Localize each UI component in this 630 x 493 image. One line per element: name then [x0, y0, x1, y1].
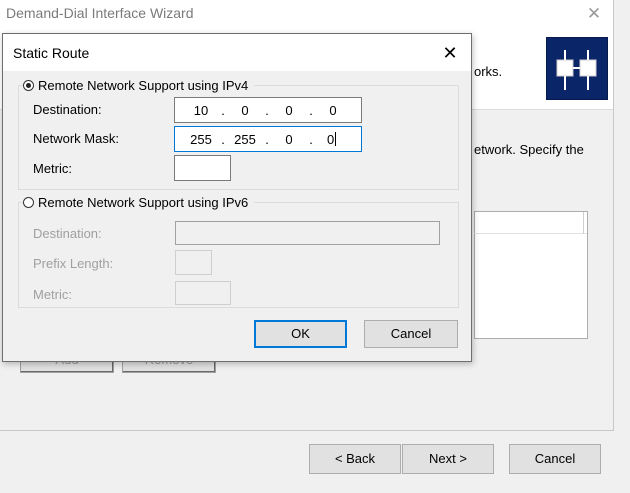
wizard-cancel-button[interactable]: Cancel [509, 444, 601, 474]
ip-dot: . [265, 103, 269, 118]
routes-list-header [474, 211, 587, 234]
wizard-divider [0, 430, 614, 431]
mask-octet-2: 255 [234, 132, 256, 147]
wizard-header-text: orks. [474, 64, 503, 79]
destination-octet-3: 0 [285, 103, 293, 118]
ipv6-metric-input [175, 281, 231, 305]
ipv6-option[interactable]: Remote Network Support using IPv6 [23, 195, 255, 210]
metric-input[interactable] [174, 155, 231, 181]
destination-ip-input[interactable]: 10 . 0 . 0 . 0 [174, 97, 362, 123]
ipv4-option[interactable]: Remote Network Support using IPv4 [23, 78, 255, 93]
next-button[interactable]: Next > [402, 444, 494, 474]
ip-dot: . [309, 103, 313, 118]
ip-dot: . [221, 132, 225, 147]
static-route-dialog: Static Route ✕ Remote Network Support us… [2, 33, 472, 362]
ip-dot: . [265, 132, 269, 147]
prefix-length-input [175, 250, 212, 275]
ipv6-group [18, 202, 459, 308]
metric-label: Metric: [33, 161, 72, 176]
dialog-title: Static Route [13, 45, 90, 61]
ipv6-metric-label: Metric: [33, 287, 72, 302]
back-button[interactable]: < Back [309, 444, 401, 474]
ipv6-destination-label: Destination: [33, 226, 102, 241]
network-mask-label: Network Mask: [33, 131, 119, 146]
dialog-cancel-button[interactable]: Cancel [364, 320, 458, 348]
ipv6-radio[interactable] [23, 197, 34, 208]
ok-button[interactable]: OK [254, 320, 347, 348]
wizard-instructions: etwork. Specify the [474, 142, 584, 157]
dialog-close-icon[interactable]: ✕ [437, 40, 463, 66]
mask-octet-4: 0 [327, 132, 335, 147]
mask-octet-4-wrap: 0 [327, 132, 337, 147]
ip-dot: . [221, 103, 225, 118]
mask-octet-3: 0 [285, 132, 293, 147]
wizard-border [613, 0, 614, 430]
prefix-length-label: Prefix Length: [33, 256, 114, 271]
network-cables-icon [546, 37, 608, 100]
text-cursor [335, 132, 337, 146]
ipv4-option-label: Remote Network Support using IPv4 [38, 78, 249, 93]
destination-label: Destination: [33, 102, 102, 117]
wizard-title: Demand-Dial Interface Wizard [6, 5, 194, 21]
destination-octet-4: 0 [329, 103, 337, 118]
mask-octet-1: 255 [190, 132, 212, 147]
ipv6-option-label: Remote Network Support using IPv6 [38, 195, 249, 210]
destination-octet-2: 0 [241, 103, 249, 118]
wizard-close-icon[interactable]: ✕ [583, 3, 605, 25]
destination-octet-1: 10 [193, 103, 209, 118]
network-mask-input[interactable]: 255 . 255 . 0 . 0 [174, 126, 362, 152]
ip-dot: . [309, 132, 313, 147]
column-separator[interactable] [583, 212, 584, 234]
ipv4-radio[interactable] [23, 80, 34, 91]
ipv6-destination-input [175, 221, 440, 245]
